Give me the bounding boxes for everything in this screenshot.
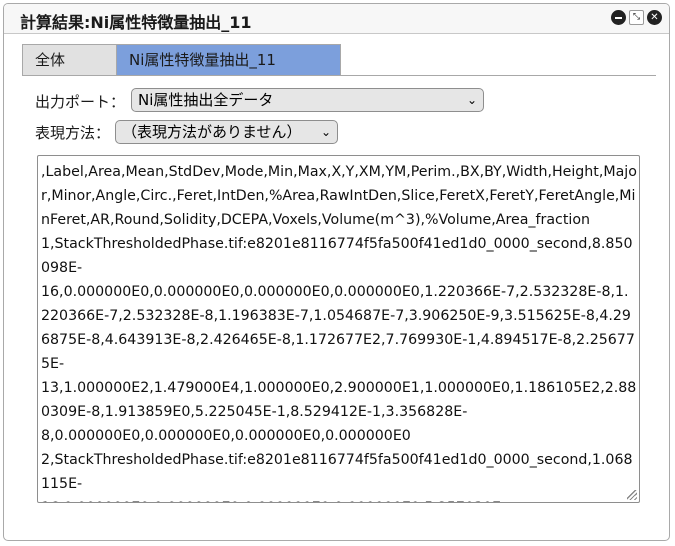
output-port-label: 出力ポート：: [35, 93, 126, 111]
maximize-icon[interactable]: ⤡: [629, 10, 644, 25]
chevron-down-icon: ⌄: [466, 93, 477, 107]
tab-divider: [22, 75, 656, 76]
tab-bar: 全体 Ni属性特徴量抽出_11: [22, 44, 341, 75]
window-title: 計算結果:Ni属性特徴量抽出_11: [20, 13, 252, 32]
minimize-icon[interactable]: [611, 10, 626, 25]
tab-overall[interactable]: 全体: [22, 44, 117, 75]
display-method-value: （表現方法がありません）: [122, 123, 302, 141]
chevron-down-icon: ⌄: [320, 125, 331, 139]
output-port-select[interactable]: Ni属性抽出全データ ⌄: [131, 88, 484, 112]
result-window: 計算結果:Ni属性特徴量抽出_11 ⤡ ✕ 全体 Ni属性特徴量抽出_11 出力…: [3, 3, 670, 541]
result-textarea[interactable]: ,Label,Area,Mean,StdDev,Mode,Min,Max,X,Y…: [37, 155, 640, 503]
close-icon[interactable]: ✕: [647, 10, 662, 25]
result-text: ,Label,Area,Mean,StdDev,Mode,Min,Max,X,Y…: [41, 164, 637, 502]
window-controls: ⤡ ✕: [611, 10, 662, 25]
resize-handle-icon[interactable]: [627, 490, 637, 500]
tab-ni-feature-extraction[interactable]: Ni属性特徴量抽出_11: [116, 44, 341, 75]
display-method-select[interactable]: （表現方法がありません） ⌄: [115, 120, 338, 144]
title-bar[interactable]: 計算結果:Ni属性特徴量抽出_11 ⤡ ✕: [4, 4, 669, 34]
output-port-value: Ni属性抽出全データ: [138, 91, 274, 109]
display-method-label: 表現方法：: [35, 124, 111, 142]
